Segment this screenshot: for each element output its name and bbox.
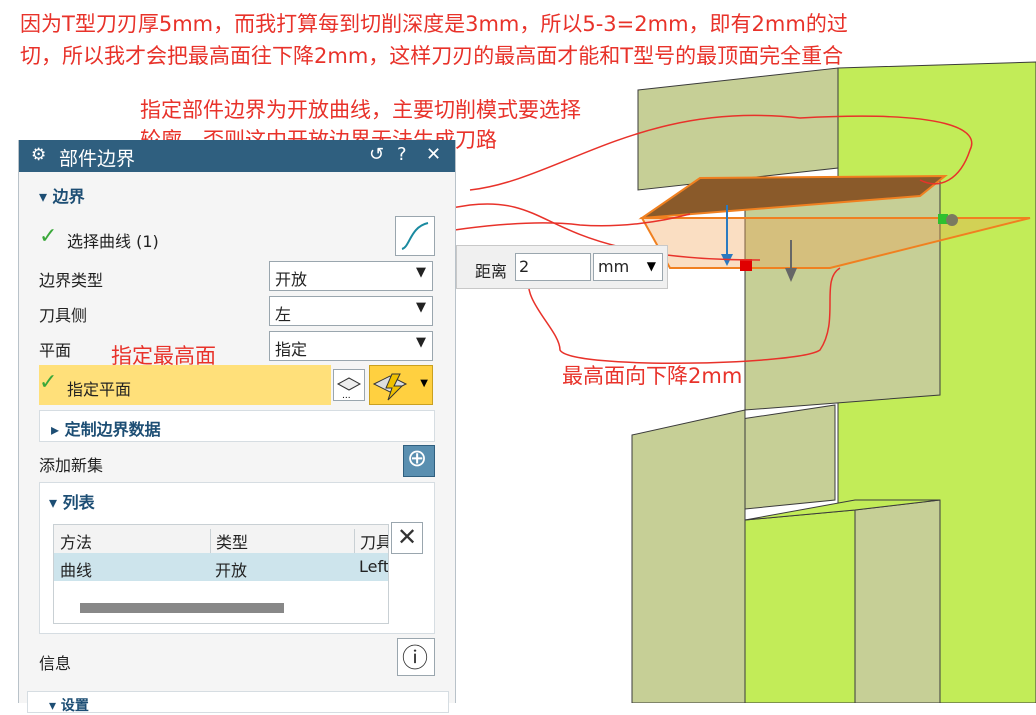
plane-inference-button[interactable]: ▼ (369, 365, 433, 405)
close-icon[interactable]: ✕ (426, 144, 441, 165)
add-new-set-button[interactable]: ⊕ (403, 444, 435, 477)
plane-value: 指定 (275, 340, 308, 359)
distance-unit: mm (598, 257, 630, 276)
delete-x-icon: ✕ (397, 523, 418, 551)
delete-button[interactable]: ✕ (391, 522, 423, 554)
dialog-title: 部件边界 (59, 148, 136, 170)
handle-red[interactable] (740, 259, 752, 271)
horizontal-scrollbar[interactable] (80, 603, 284, 613)
distance-unit-select[interactable]: mm ▼ (593, 253, 663, 281)
annotation-top-line1: 因为T型刀刃厚5mm，而我打算每到切削深度是3mm，所以5-3=2mm，即有2m… (20, 12, 848, 36)
row-method: 曲线 (60, 561, 93, 580)
curve-icon (401, 222, 429, 250)
row-tool-side: Left (359, 557, 389, 576)
distance-input[interactable]: 2 (515, 253, 591, 281)
select-curve-label[interactable]: 选择曲线 (1) (67, 228, 159, 252)
lightning-plane-icon (372, 373, 408, 401)
chevron-down-icon: ▼ (646, 259, 656, 273)
boundary-section-label: 边界 (52, 187, 85, 206)
settings-header[interactable]: ▾ 设置 (49, 695, 89, 715)
list-section-header[interactable]: ▾ 列表 (49, 489, 95, 513)
dialog-title-bar[interactable]: ⚙ 部件边界 ↺ ? ✕ (19, 140, 455, 172)
plus-circle-icon: ⊕ (407, 444, 428, 472)
boundary-type-select[interactable]: 开放 ▼ (269, 261, 433, 291)
gear-icon: ⚙ (31, 145, 47, 165)
part-lower-face (631, 409, 746, 703)
part-boundary-dialog: ⚙ 部件边界 ↺ ? ✕ ▾ 边界 ✓ 选择曲线 (1) 边界类型 开放 ▼ 刀… (18, 140, 456, 714)
part-middle-face (744, 179, 941, 411)
check-icon: ✓ (39, 224, 58, 249)
list-header-method[interactable]: 方法 (60, 529, 92, 553)
part-upper-side-face (637, 67, 839, 191)
settings-panel[interactable] (27, 691, 449, 713)
part-lower-light-face (744, 509, 856, 703)
list-header-type[interactable]: 类型 (210, 529, 248, 553)
boundary-type-label: 边界类型 (39, 271, 104, 290)
info-icon: ⓘ (402, 644, 429, 674)
list-section-label: 列表 (62, 493, 95, 512)
tool-side-value: 左 (275, 305, 292, 324)
plane-icon: ... (336, 377, 362, 401)
list-table: 方法 类型 刀具 曲线 开放 Left (53, 524, 389, 624)
plane-label: 平面 (39, 341, 72, 360)
add-new-set-label: 添加新集 (39, 456, 104, 475)
row-type: 开放 (215, 561, 248, 580)
reset-icon[interactable]: ↺ (369, 144, 384, 165)
tool-side-select[interactable]: 左 ▼ (269, 296, 433, 326)
annotation-top-line2: 切，所以我才会把最高面往下降2mm，这样刀刃的最高面才能和T型号的最顶面完全重合 (20, 44, 844, 68)
boundary-section-header[interactable]: ▾ 边界 (39, 183, 85, 207)
settings-label: 设置 (60, 698, 89, 714)
handle-ball[interactable] (946, 214, 958, 226)
help-icon[interactable]: ? (397, 144, 407, 165)
select-curve-button[interactable] (395, 216, 435, 256)
svg-text:...: ... (342, 391, 351, 400)
custom-data-label: 定制边界数据 (64, 420, 161, 439)
chevron-down-icon: ▼ (416, 300, 426, 315)
chevron-down-icon: ▼ (416, 335, 426, 350)
tool-side-label: 刀具侧 (39, 306, 88, 325)
check-icon: ✓ (39, 370, 58, 395)
custom-data-header[interactable]: ▸ 定制边界数据 (51, 416, 161, 440)
distance-value: 2 (519, 257, 530, 276)
boundary-type-value: 开放 (275, 270, 308, 289)
chevron-down-icon: ▼ (416, 265, 426, 280)
list-header-row: 方法 类型 刀具 (54, 525, 388, 554)
chevron-down-icon: ▼ (420, 378, 428, 389)
annotation-boundary-line1: 指定部件边界为开放曲线，主要切削模式要选择 (140, 98, 581, 122)
info-label: 信息 (39, 654, 72, 673)
plane-select[interactable]: 指定 ▼ (269, 331, 433, 361)
table-row[interactable]: 曲线 开放 Left (54, 553, 388, 581)
annotation-lower-note: 最高面向下降2mm (562, 364, 743, 388)
info-button[interactable]: ⓘ (397, 638, 435, 676)
plane-dialog-button[interactable]: ... (333, 369, 365, 401)
distance-input-box: 距离 2 mm ▼ (456, 245, 668, 289)
distance-label: 距离 (475, 262, 508, 281)
list-header-tool[interactable]: 刀具 (354, 529, 388, 553)
specify-plane-label: 指定平面 (67, 380, 132, 399)
part-lower-shade-face (854, 499, 941, 703)
